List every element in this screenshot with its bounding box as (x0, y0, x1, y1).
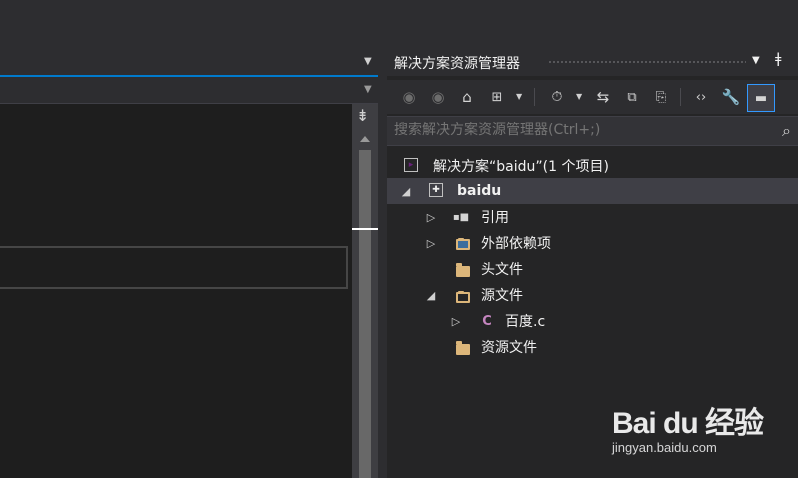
search-icon[interactable]: ⌕ (782, 121, 791, 141)
switch-views-icon[interactable]: ⊞ (486, 86, 508, 108)
split-window-icon[interactable]: ⇟ (356, 108, 369, 124)
solution-icon: ▸ (404, 158, 418, 172)
search-input[interactable] (394, 122, 764, 138)
expand-arrow-icon[interactable]: ▷ (450, 315, 462, 328)
solution-explorer-title: 解决方案资源管理器 (394, 56, 520, 72)
references-icon: ▪■ (452, 211, 470, 223)
tree-item-label: baidu (457, 183, 502, 199)
tree-item-resource-files[interactable]: 资源文件 (387, 334, 798, 360)
current-line-highlight (0, 246, 348, 289)
switch-views-dropdown-icon[interactable]: ▼ (516, 92, 522, 101)
chevron-down-icon[interactable]: ▼ (752, 55, 760, 66)
show-all-files-icon[interactable]: ⎘ (650, 86, 672, 108)
titlebar-grip[interactable] (548, 60, 746, 65)
pending-changes-icon[interactable]: ⏱ (546, 86, 568, 108)
folder-open-icon (455, 289, 471, 305)
tree-item-label: 外部依赖项 (481, 236, 551, 252)
tree-item-header-files[interactable]: 头文件 (387, 256, 798, 282)
expand-arrow-icon[interactable]: ▷ (425, 237, 437, 250)
tree-item-external-dependencies[interactable]: ▷ 外部依赖项 (387, 230, 798, 256)
cpp-project-icon: ✚ (429, 183, 443, 197)
tree-item-label: 源文件 (481, 288, 523, 304)
preview-icon[interactable]: ▬ (747, 84, 775, 112)
toolbar-separator (534, 88, 535, 106)
tree-item-label: 引用 (481, 210, 509, 226)
forward-icon[interactable]: ◉ (427, 86, 449, 108)
pin-icon[interactable]: ǂ (775, 51, 781, 67)
expand-arrow-icon[interactable]: ▷ (425, 211, 437, 224)
tab-list-dropdown-icon[interactable]: ▼ (364, 56, 372, 67)
c-file-icon: C (482, 313, 492, 329)
editor-tab-bar (0, 50, 380, 76)
baidu-jingyan-watermark-logo: Bai du 经验 (612, 407, 764, 440)
tree-item-solution[interactable]: ▸ 解决方案“baidu”(1 个项目) (387, 153, 798, 179)
folder-icon (455, 262, 471, 279)
baidu-jingyan-watermark-url: jingyan.baidu.com (612, 440, 717, 455)
scrollbar-thumb[interactable] (359, 150, 371, 478)
scroll-up-icon[interactable] (360, 136, 370, 142)
scrollbar-caret-marker (352, 228, 378, 230)
tree-item-source-files[interactable]: ◢ 源文件 (387, 282, 798, 308)
code-editor[interactable] (0, 104, 352, 478)
tree-item-source-file[interactable]: ▷ C 百度.c (387, 308, 798, 334)
tree-item-label: 解决方案“baidu”(1 个项目) (433, 159, 609, 175)
view-code-icon[interactable]: ‹› (690, 86, 712, 108)
home-icon[interactable]: ⌂ (456, 86, 478, 108)
pending-changes-dropdown-icon[interactable]: ▼ (576, 92, 582, 101)
tree-item-references[interactable]: ▷ ▪■ 引用 (387, 204, 798, 230)
external-dependencies-icon (455, 236, 471, 252)
tree-item-label: 百度.c (505, 314, 546, 330)
wrench-icon[interactable]: 🔧 (720, 86, 742, 108)
sync-icon[interactable]: ⇆ (592, 86, 614, 108)
tree-item-label: 资源文件 (481, 340, 537, 356)
toolbar-separator (680, 88, 681, 106)
tree-item-label: 头文件 (481, 262, 523, 278)
tree-item-project[interactable]: ◢ ✚ baidu (387, 178, 798, 204)
folder-icon (455, 340, 471, 357)
collapse-arrow-icon[interactable]: ◢ (425, 289, 437, 302)
collapse-arrow-icon[interactable]: ◢ (400, 185, 412, 198)
back-icon[interactable]: ◉ (398, 86, 420, 108)
editor-navigation-bar (0, 77, 378, 104)
navigation-dropdown-icon[interactable]: ▼ (364, 84, 372, 95)
collapse-all-icon[interactable]: ⧉ (621, 86, 643, 108)
